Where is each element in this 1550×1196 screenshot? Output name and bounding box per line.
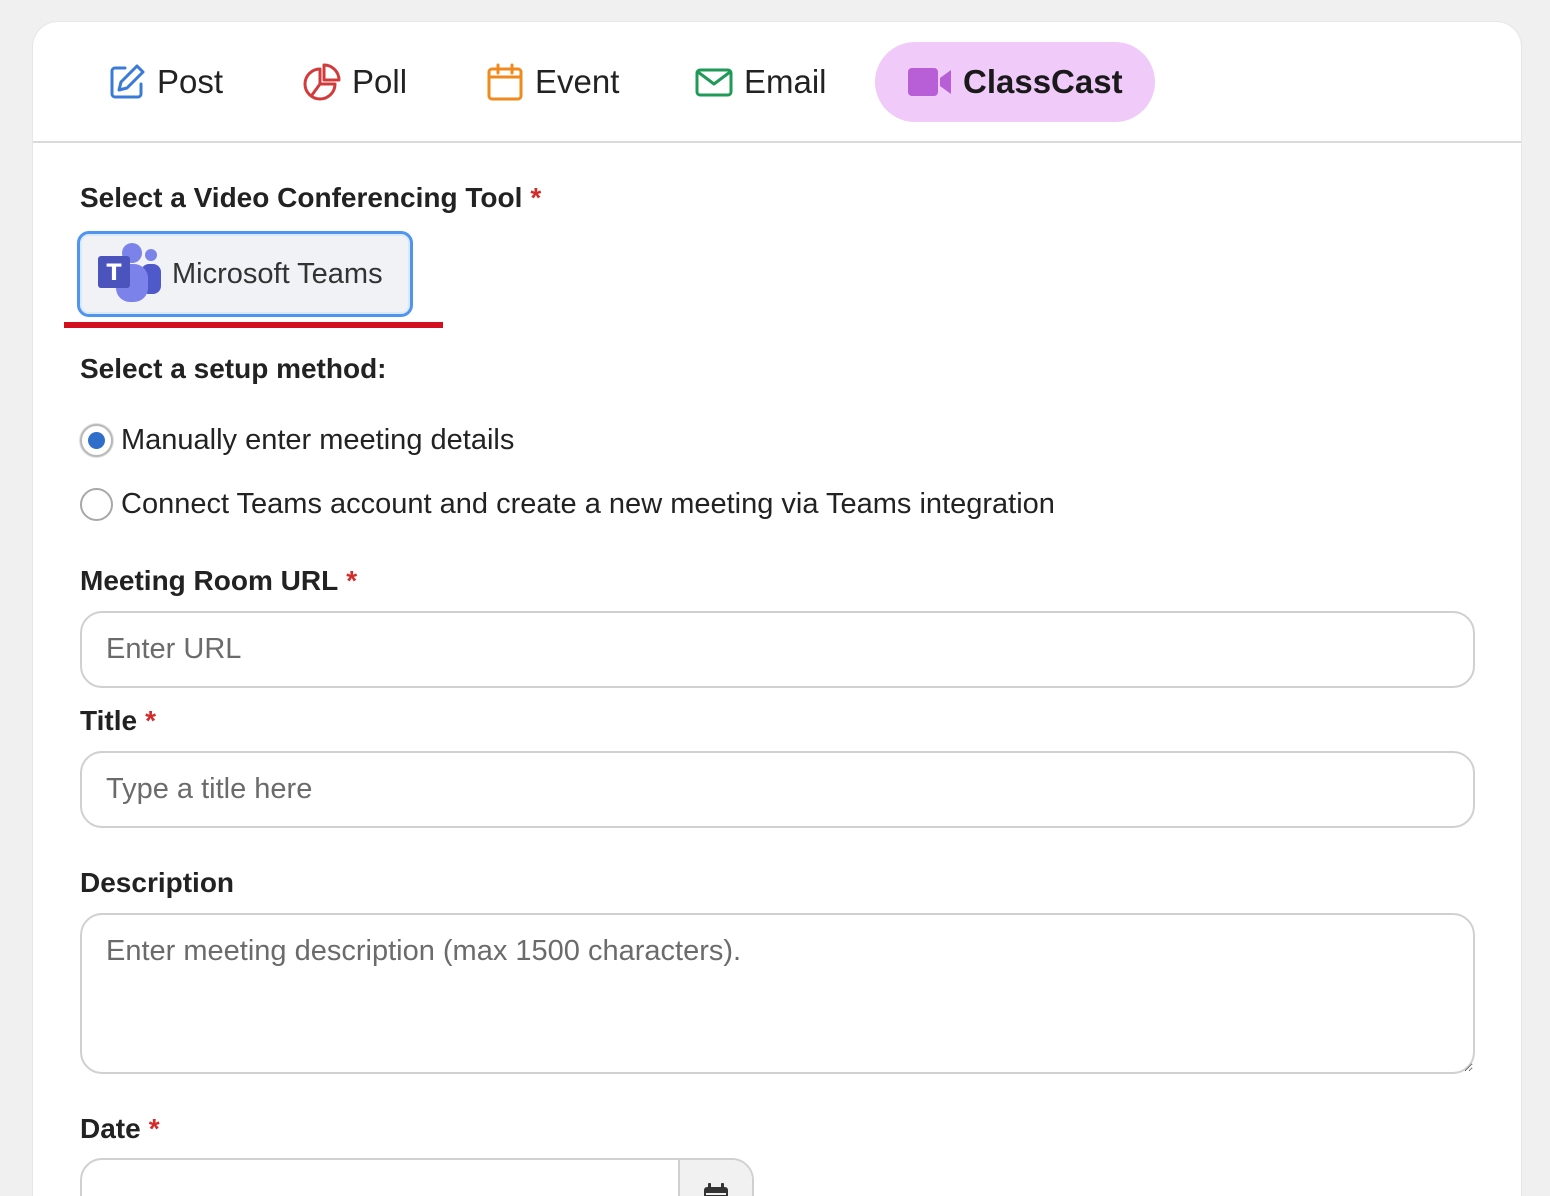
microsoft-teams-option[interactable]: T Microsoft Teams — [77, 231, 413, 317]
description-textarea[interactable] — [80, 913, 1475, 1074]
title-label: Title * — [80, 705, 156, 737]
radio-manual-entry[interactable]: Manually enter meeting details — [80, 424, 514, 457]
label-text: Meeting Room URL — [80, 565, 339, 596]
tab-email[interactable]: Email — [694, 42, 827, 122]
highlight-underline — [64, 322, 443, 328]
calendar-icon — [485, 62, 525, 102]
post-icon — [107, 62, 147, 102]
label-text: Date — [80, 1113, 141, 1144]
tab-event[interactable]: Event — [485, 42, 619, 122]
tab-post[interactable]: Post — [107, 42, 223, 122]
calendar-icon — [702, 1182, 730, 1196]
meeting-url-label: Meeting Room URL * — [80, 565, 357, 597]
required-asterisk: * — [530, 182, 542, 213]
date-input[interactable] — [82, 1160, 680, 1196]
composer-tabs: Post Poll Event Email ClassCast — [33, 22, 1521, 143]
radio-label: Connect Teams account and create a new m… — [121, 488, 1055, 520]
required-asterisk: * — [346, 565, 358, 596]
email-icon — [694, 62, 734, 102]
label-text: Select a Video Conferencing Tool — [80, 182, 523, 213]
required-asterisk: * — [145, 705, 156, 736]
tool-name: Microsoft Teams — [172, 257, 383, 290]
video-camera-icon — [907, 62, 953, 102]
date-picker-button[interactable] — [678, 1160, 752, 1196]
required-asterisk: * — [148, 1113, 160, 1144]
video-tool-label: Select a Video Conferencing Tool * — [80, 182, 541, 214]
title-input[interactable] — [80, 751, 1475, 828]
tab-poll[interactable]: Poll — [302, 42, 407, 122]
description-label: Description — [80, 867, 235, 898]
meeting-url-input[interactable] — [80, 611, 1475, 688]
radio-button[interactable] — [80, 424, 113, 457]
tab-label: Email — [744, 63, 827, 100]
composer-card: Post Poll Event Email ClassCast Select a… — [32, 21, 1522, 1196]
tab-label: Poll — [352, 63, 408, 100]
date-label: Date * — [80, 1113, 160, 1145]
svg-text:T: T — [106, 261, 121, 286]
microsoft-teams-icon: T — [96, 242, 162, 307]
tab-label: Event — [535, 63, 620, 100]
date-field — [80, 1158, 754, 1196]
tab-label: ClassCast — [963, 63, 1123, 100]
radio-button[interactable] — [80, 488, 113, 521]
setup-method-label: Select a setup method: — [80, 353, 387, 384]
label-text: Title — [80, 705, 138, 736]
tab-label: Post — [157, 63, 224, 100]
radio-teams-integration[interactable]: Connect Teams account and create a new m… — [80, 488, 1055, 521]
radio-label: Manually enter meeting details — [121, 424, 515, 456]
poll-icon — [302, 62, 342, 102]
tab-classcast[interactable]: ClassCast — [875, 42, 1155, 122]
